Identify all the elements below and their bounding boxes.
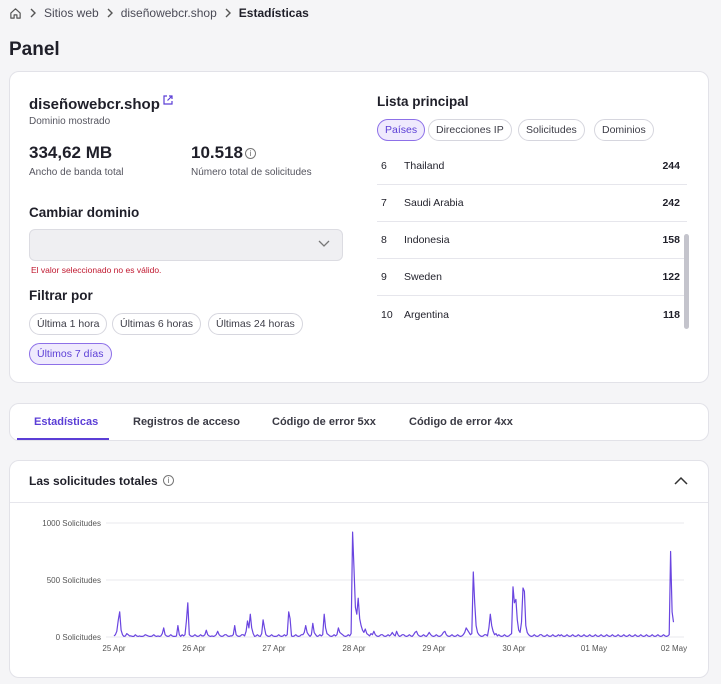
x-tick-label: 01 May: [581, 644, 607, 653]
chevron-right-icon: [107, 8, 113, 18]
list-scrollbar[interactable]: [684, 234, 689, 329]
y-tick-label: 0 Solicitudes: [56, 633, 101, 642]
list-country: Saudi Arabia: [404, 197, 464, 209]
chevron-up-icon[interactable]: [674, 476, 688, 485]
series-line: [113, 531, 675, 637]
y-tick-label: 500 Solicitudes: [47, 576, 101, 585]
tab-error-4xx[interactable]: Código de error 4xx: [409, 404, 513, 440]
filter-heading: Filtrar por: [29, 288, 93, 303]
list-rank: 6: [381, 160, 387, 172]
change-domain-heading: Cambiar dominio: [29, 205, 140, 220]
list-item: 6 Thailand 244: [377, 148, 687, 185]
list-item: 9 Sweden 122: [377, 259, 687, 296]
list-country: Sweden: [404, 271, 442, 283]
list-country: Thailand: [404, 160, 445, 172]
list-rank: 9: [381, 271, 387, 283]
list-value: 244: [662, 160, 680, 172]
requests-chart-card: Las solicitudes totales i 0 Solicitudes 5…: [9, 460, 709, 678]
page-title: Panel: [9, 39, 60, 60]
chart-title: Las solicitudes totales: [29, 474, 158, 488]
x-tick-label: 25 Apr: [102, 644, 125, 653]
filter-7d[interactable]: Últimos 7 días: [29, 343, 112, 365]
overview-card: diseñowebcr.shop Dominio mostrado 334,62…: [9, 71, 709, 383]
list-country: Argentina: [404, 308, 449, 321]
x-tick-label: 28 Apr: [342, 644, 365, 653]
domain-select[interactable]: [29, 229, 343, 261]
requests-stat: 10.518 i: [191, 143, 256, 163]
chevron-right-icon: [30, 8, 36, 18]
list-country: Indonesia: [404, 234, 450, 246]
chart-title-wrap: Las solicitudes totales i: [29, 474, 175, 488]
bandwidth-label: Ancho de banda total: [29, 167, 124, 178]
tab-error-5xx[interactable]: Código de error 5xx: [272, 404, 376, 440]
x-tick-label: 02 May: [661, 644, 687, 653]
list-value: 242: [662, 197, 680, 209]
breadcrumb: Sitios web diseñowebcr.shop Estadísticas: [9, 5, 309, 21]
tab-countries[interactable]: Países: [377, 119, 426, 141]
info-icon[interactable]: i: [163, 475, 175, 486]
filter-1h[interactable]: Última 1 hora: [29, 313, 108, 335]
list-item: 10 Argentina 118: [377, 296, 687, 333]
select-error-text: El valor seleccionado no es válido.: [31, 265, 162, 275]
chevron-down-icon: [318, 240, 330, 247]
requests-label: Número total de solicitudes: [191, 167, 312, 178]
x-tick-label: 26 Apr: [182, 644, 205, 653]
section-tabs: Estadísticas Registros de acceso Código …: [9, 403, 709, 441]
filter-24h[interactable]: Últimas 24 horas: [208, 313, 303, 335]
requests-value: 10.518: [191, 143, 243, 162]
tab-access-logs[interactable]: Registros de acceso: [133, 404, 240, 440]
breadcrumb-current: Estadísticas: [238, 6, 309, 20]
top-list-heading: Lista principal: [377, 94, 469, 109]
breadcrumb-sites[interactable]: Sitios web: [44, 6, 99, 20]
filter-6h[interactable]: Últimas 6 horas: [112, 313, 201, 335]
x-tick-label: 30 Apr: [502, 644, 525, 653]
domain-name[interactable]: diseñowebcr.shop: [29, 96, 160, 113]
external-link-icon[interactable]: [163, 95, 173, 105]
list-item: 8 Indonesia 158: [377, 222, 687, 259]
list-rank: 10: [381, 308, 393, 321]
tab-domains[interactable]: Dominios: [594, 119, 654, 141]
x-tick-label: 27 Apr: [262, 644, 285, 653]
bandwidth-value: 334,62 MB: [29, 143, 113, 162]
info-icon[interactable]: i: [245, 148, 256, 159]
domain-caption: Dominio mostrado: [29, 116, 111, 127]
x-tick-label: 29 Apr: [422, 644, 445, 653]
active-tab-indicator: [17, 438, 109, 440]
requests-line-chart: 0 Solicitudes 500 Solicitudes 1000 Solicit…: [42, 519, 687, 653]
domain-title[interactable]: diseñowebcr.shop: [29, 95, 173, 113]
top-list: 6 Thailand 244 7 Saudi Arabia 242 8 Indonesia…: [377, 148, 687, 333]
breadcrumb-domain[interactable]: diseñowebcr.shop: [121, 6, 217, 20]
list-rank: 8: [381, 234, 387, 246]
tab-statistics[interactable]: Estadísticas: [34, 404, 98, 440]
home-icon[interactable]: [9, 7, 22, 20]
list-rank: 7: [381, 197, 387, 209]
list-item: 7 Saudi Arabia 242: [377, 185, 687, 222]
tab-ip-addresses[interactable]: Direcciones IP: [428, 119, 512, 141]
tab-requests[interactable]: Solicitudes: [518, 119, 585, 141]
chevron-right-icon: [225, 8, 231, 18]
y-tick-label: 1000 Solicitudes: [42, 519, 101, 528]
